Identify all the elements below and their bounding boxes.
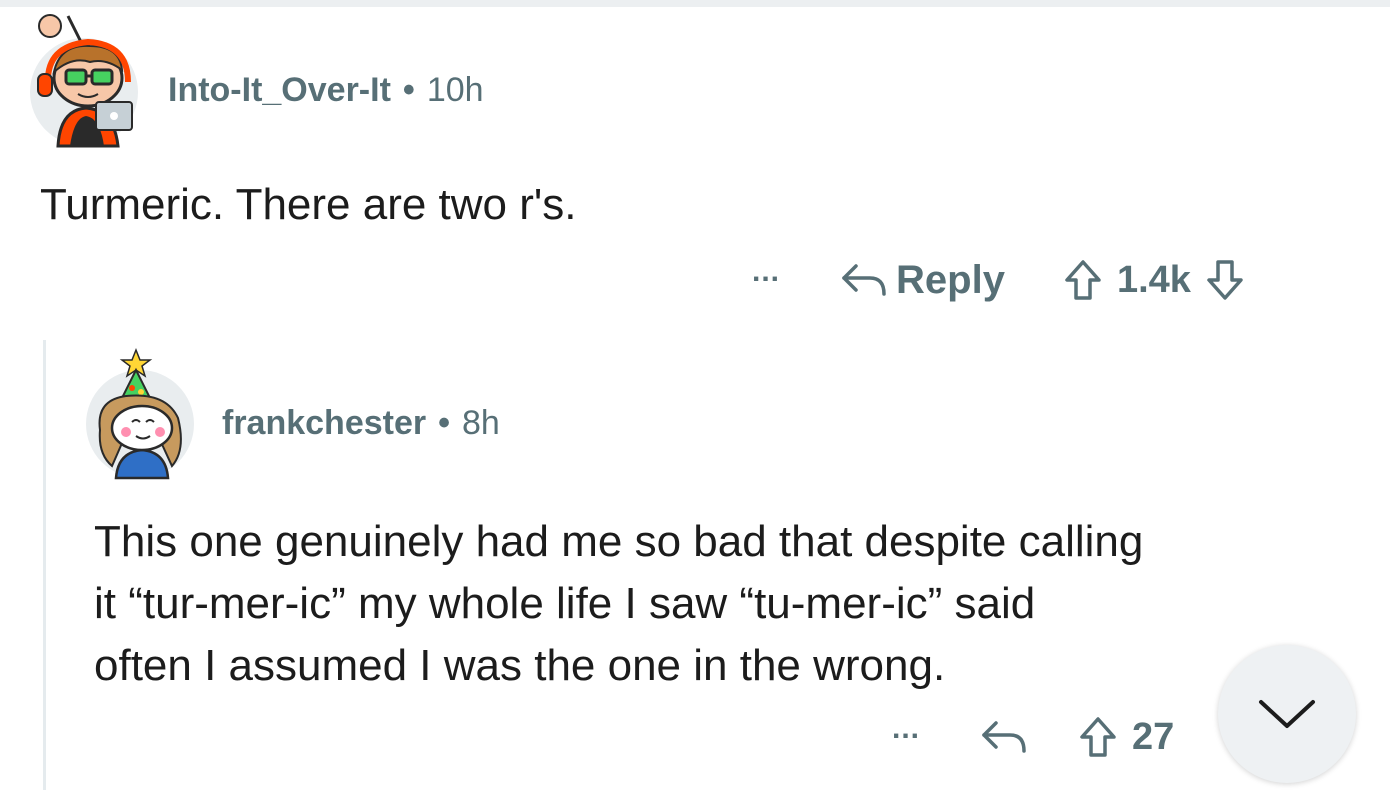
comment-line: often I assumed I was the one in the wro… — [94, 641, 946, 690]
meta-separator: • — [402, 70, 415, 109]
upvote-arrow-icon — [1080, 717, 1116, 757]
comment-text: Turmeric. There are two r's. — [40, 180, 577, 229]
username[interactable]: Into-It_Over-It — [168, 71, 391, 110]
reply-arrow-icon — [842, 264, 886, 296]
reply-label: Reply — [896, 257, 1005, 302]
reply-arrow-icon — [982, 721, 1026, 753]
username[interactable]: frankchester — [222, 404, 426, 443]
upvote-arrow-icon — [1065, 260, 1101, 300]
downvote-button[interactable] — [1205, 258, 1245, 302]
timestamp: 10h — [426, 70, 484, 109]
comment-body: Turmeric. There are two r's. — [40, 180, 577, 230]
chevron-down-icon — [1259, 700, 1315, 728]
upvote-button[interactable] — [1063, 258, 1103, 302]
more-options-label: ... — [892, 712, 921, 745]
meta-separator: • — [438, 403, 451, 442]
comment-actions: ... 27 — [892, 712, 1174, 762]
comment-line: it “tur-mer-ic” my whole life I saw “tu-… — [94, 579, 1036, 628]
comment-meta: Into-It_Over-It • 10h — [168, 70, 484, 110]
thread-line[interactable] — [43, 340, 46, 790]
timestamp: 8h — [462, 403, 500, 442]
downvote-arrow-icon — [1207, 260, 1243, 300]
collapse-thread-button[interactable] — [1218, 645, 1356, 783]
avatar[interactable] — [30, 14, 138, 148]
top-divider — [0, 0, 1390, 7]
upvote-button[interactable] — [1078, 715, 1118, 759]
vote-count: 27 — [1132, 715, 1175, 758]
comment-actions: ... Reply 1.4k — [752, 255, 1245, 305]
user-avatar-icon — [98, 347, 182, 480]
more-options-label: ... — [752, 255, 781, 288]
more-options-button[interactable]: ... — [892, 712, 920, 754]
comment-line: This one genuinely had me so bad that de… — [94, 517, 1144, 566]
avatar[interactable] — [86, 347, 194, 480]
more-options-button[interactable]: ... — [752, 255, 780, 297]
user-avatar-icon — [37, 14, 133, 148]
comment-body: This one genuinely had me so bad that de… — [94, 511, 1334, 697]
reply-button[interactable] — [980, 717, 1028, 757]
reply-button[interactable]: Reply — [840, 258, 1005, 303]
comment-meta: frankchester • 8h — [222, 403, 500, 443]
vote-count: 1.4k — [1116, 258, 1191, 301]
